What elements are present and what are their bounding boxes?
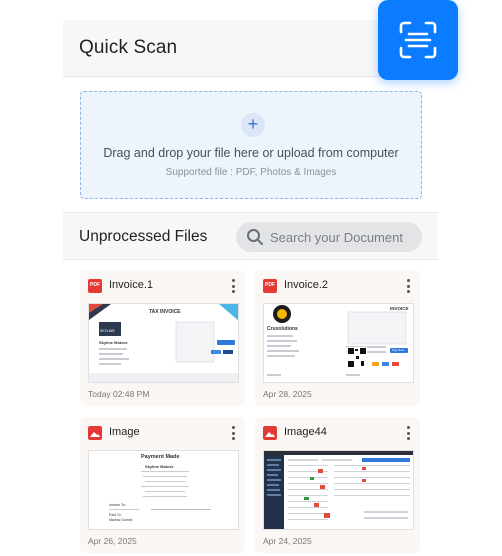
page-title: Quick Scan (79, 37, 178, 58)
file-date: Today 02:48 PM (88, 389, 150, 399)
search-bar[interactable] (236, 222, 422, 252)
more-options-icon[interactable] (229, 278, 237, 294)
file-name: Image (109, 426, 140, 438)
file-card-invoice-2[interactable]: PDF Invoice.2 INVOICE Cruxolutions Pay N… (255, 270, 420, 406)
file-name: Image44 (284, 426, 327, 438)
file-card-image44[interactable]: Image44 Apr 24, 2025 (255, 417, 420, 553)
preview-invoice-to: Invoice To: (109, 503, 126, 507)
file-date: Apr 26, 2025 (88, 536, 137, 546)
files-header: Unprocessed Files (63, 212, 438, 260)
file-preview: Payment Made Skyline Motors Invoice To: … (88, 450, 239, 530)
search-icon (247, 229, 263, 245)
pdf-file-icon: PDF (263, 279, 277, 293)
file-date: Apr 28, 2025 (263, 389, 312, 399)
file-date: Apr 24, 2025 (263, 536, 312, 546)
search-input[interactable] (270, 229, 420, 245)
preview-title: TAX INVOICE (149, 309, 181, 315)
upload-dropzone[interactable]: + Drag and drop your file here or upload… (80, 91, 422, 199)
image-file-icon (263, 426, 277, 440)
image-file-icon (88, 426, 102, 440)
file-name: Invoice.1 (109, 279, 154, 291)
preview-pay-button: Pay Now (392, 348, 405, 352)
dropzone-title: Drag and drop your file here or upload f… (103, 146, 399, 160)
preview-company: Skyline Motors (99, 340, 128, 345)
more-options-icon[interactable] (404, 425, 412, 441)
preview-company: Cruxolutions (267, 326, 298, 332)
dropzone-subtitle: Supported file : PDF, Photos & Images (165, 167, 337, 178)
preview-brand: SKYLINE (100, 329, 115, 333)
more-options-icon[interactable] (404, 278, 412, 294)
file-card-invoice-1[interactable]: PDF Invoice.1 TAX INVOICE SKYLINE Skylin… (80, 270, 245, 406)
pdf-file-icon: PDF (88, 279, 102, 293)
more-options-icon[interactable] (229, 425, 237, 441)
preview-title: Payment Made (141, 454, 180, 460)
scan-button[interactable] (378, 0, 458, 80)
files-title: Unprocessed Files (79, 228, 208, 245)
scan-frame-icon (399, 21, 437, 59)
file-card-image[interactable]: Image Payment Made Skyline Motors Invoic… (80, 417, 245, 553)
file-name: Invoice.2 (284, 279, 329, 291)
file-preview (263, 450, 414, 530)
file-preview: TAX INVOICE SKYLINE Skyline Motors (88, 303, 239, 383)
preview-paid-to: Paid To: (109, 513, 122, 517)
preview-company: Skyline Motors (145, 464, 174, 469)
preview-payee: Marlow Gomez (109, 518, 133, 522)
plus-icon[interactable]: + (241, 113, 265, 137)
file-preview: INVOICE Cruxolutions Pay Now (263, 303, 414, 383)
preview-title: INVOICE (390, 306, 409, 311)
